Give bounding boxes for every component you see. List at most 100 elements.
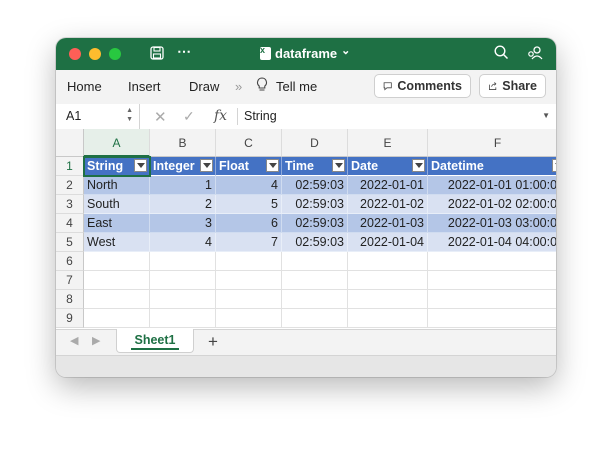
row-header-1[interactable]: 1 (56, 157, 84, 176)
empty-cell[interactable] (216, 252, 282, 271)
row-header-5[interactable]: 5 (56, 233, 84, 252)
empty-cell[interactable] (348, 271, 428, 290)
empty-cell[interactable] (84, 271, 150, 290)
column-header-f[interactable]: F (428, 129, 556, 157)
confirm-edit-icon[interactable]: ✓ (183, 108, 195, 125)
filter-dropdown-icon[interactable] (134, 159, 147, 172)
filter-dropdown-icon[interactable] (266, 159, 279, 172)
filter-dropdown-icon[interactable] (552, 159, 556, 172)
share-people-icon[interactable] (527, 45, 543, 64)
row-header-7[interactable]: 7 (56, 271, 84, 290)
share-button[interactable]: Share (479, 74, 546, 98)
table-cell[interactable]: 2022-01-02 02:00:00 (428, 195, 556, 214)
close-window-button[interactable] (69, 48, 81, 60)
filter-dropdown-icon[interactable] (332, 159, 345, 172)
empty-cell[interactable] (84, 309, 150, 328)
empty-cell[interactable] (428, 271, 556, 290)
table-cell[interactable]: 2022-01-03 03:00:00 (428, 214, 556, 233)
empty-cell[interactable] (428, 290, 556, 309)
table-cell[interactable]: 7 (216, 233, 282, 252)
table-cell[interactable]: North (84, 176, 150, 195)
table-cell[interactable]: 2022-01-01 (348, 176, 428, 195)
add-sheet-button[interactable]: + (208, 332, 218, 352)
filter-dropdown-icon[interactable] (412, 159, 425, 172)
table-cell[interactable]: 4 (216, 176, 282, 195)
search-icon[interactable] (494, 45, 509, 63)
row-header-2[interactable]: 2 (56, 176, 84, 195)
empty-cell[interactable] (348, 252, 428, 271)
empty-cell[interactable] (282, 309, 348, 328)
empty-cell[interactable] (216, 271, 282, 290)
more-options-icon[interactable]: ⋯ (177, 43, 191, 60)
table-header-cell[interactable]: Date (348, 157, 428, 176)
column-header-d[interactable]: D (282, 129, 348, 157)
expand-formula-icon[interactable]: ▼ (542, 111, 550, 120)
name-box-stepper-icon[interactable]: ▲ ▼ (126, 106, 133, 124)
empty-cell[interactable] (150, 290, 216, 309)
tab-home[interactable]: Home (67, 79, 102, 94)
column-header-b[interactable]: B (150, 129, 216, 157)
row-header-9[interactable]: 9 (56, 309, 84, 328)
next-sheet-icon[interactable]: ▶ (92, 334, 100, 347)
insert-function-icon[interactable]: fx (214, 108, 227, 124)
empty-cell[interactable] (282, 252, 348, 271)
comments-button[interactable]: Comments (374, 74, 471, 98)
table-cell[interactable]: 2022-01-04 04:00:00 (428, 233, 556, 252)
tell-me-search[interactable]: Tell me (276, 79, 317, 94)
column-header-e[interactable]: E (348, 129, 428, 157)
table-cell[interactable]: 2022-01-04 (348, 233, 428, 252)
empty-cell[interactable] (428, 309, 556, 328)
table-cell[interactable]: 02:59:03 (282, 176, 348, 195)
row-header-6[interactable]: 6 (56, 252, 84, 271)
table-cell[interactable]: 4 (150, 233, 216, 252)
ribbon-overflow-icon[interactable]: » (235, 79, 242, 94)
sheet-tab-sheet1[interactable]: Sheet1 (116, 329, 194, 353)
table-header-cell[interactable]: String (84, 157, 150, 176)
row-header-4[interactable]: 4 (56, 214, 84, 233)
table-cell[interactable]: 02:59:03 (282, 233, 348, 252)
table-cell[interactable]: 1 (150, 176, 216, 195)
empty-cell[interactable] (216, 290, 282, 309)
zoom-window-button[interactable] (109, 48, 121, 60)
formula-input[interactable]: String (244, 109, 277, 123)
column-header-a[interactable]: A (84, 129, 150, 157)
table-cell[interactable]: East (84, 214, 150, 233)
table-cell[interactable]: 2022-01-03 (348, 214, 428, 233)
empty-cell[interactable] (428, 252, 556, 271)
empty-cell[interactable] (84, 252, 150, 271)
empty-cell[interactable] (150, 252, 216, 271)
empty-cell[interactable] (348, 309, 428, 328)
tab-draw[interactable]: Draw (189, 79, 219, 94)
minimize-window-button[interactable] (89, 48, 101, 60)
table-header-cell[interactable]: Integer (150, 157, 216, 176)
empty-cell[interactable] (282, 290, 348, 309)
name-box[interactable]: A1 ▲ ▼ (56, 104, 140, 129)
table-cell[interactable]: 2022-01-02 (348, 195, 428, 214)
table-header-cell[interactable]: Float (216, 157, 282, 176)
cancel-edit-icon[interactable]: ✕ (154, 108, 167, 126)
table-header-cell[interactable]: Datetime (428, 157, 556, 176)
empty-cell[interactable] (216, 309, 282, 328)
empty-cell[interactable] (150, 271, 216, 290)
empty-cell[interactable] (84, 290, 150, 309)
empty-cell[interactable] (150, 309, 216, 328)
table-cell[interactable]: 5 (216, 195, 282, 214)
row-header-8[interactable]: 8 (56, 290, 84, 309)
document-title[interactable]: dataframe ⌄ (260, 45, 350, 61)
table-cell[interactable]: 6 (216, 214, 282, 233)
select-all-corner[interactable] (56, 129, 84, 157)
table-header-cell[interactable]: Time (282, 157, 348, 176)
filter-dropdown-icon[interactable] (200, 159, 213, 172)
save-icon[interactable] (150, 46, 164, 63)
table-cell[interactable]: 3 (150, 214, 216, 233)
table-cell[interactable]: 02:59:03 (282, 195, 348, 214)
empty-cell[interactable] (282, 271, 348, 290)
empty-cell[interactable] (348, 290, 428, 309)
table-cell[interactable]: 02:59:03 (282, 214, 348, 233)
column-header-c[interactable]: C (216, 129, 282, 157)
table-cell[interactable]: South (84, 195, 150, 214)
prev-sheet-icon[interactable]: ◀ (70, 334, 78, 347)
table-cell[interactable]: 2 (150, 195, 216, 214)
tab-insert[interactable]: Insert (128, 79, 161, 94)
row-header-3[interactable]: 3 (56, 195, 84, 214)
